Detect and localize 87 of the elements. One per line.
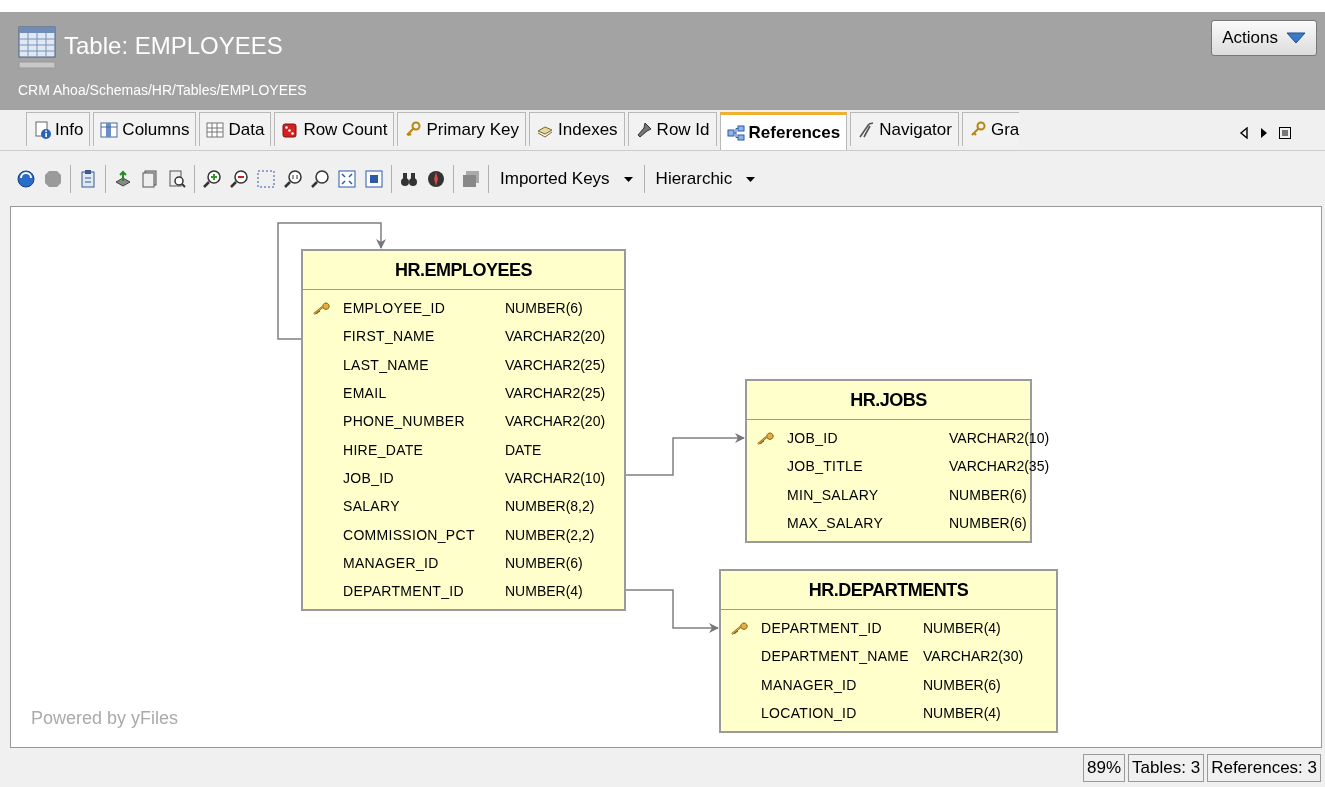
grid-icon — [206, 120, 225, 139]
column-name: HIRE_DATE — [343, 441, 425, 458]
dropdown[interactable]: Imported Keys — [496, 169, 637, 189]
layers-icon[interactable] — [461, 169, 481, 189]
column-type: VARCHAR2(10) — [949, 430, 1050, 447]
column-type: NUMBER(6) — [949, 486, 1027, 503]
tab[interactable]: Info — [26, 112, 91, 146]
scroll-right-icon[interactable] — [1259, 127, 1269, 139]
zoom-icon[interactable] — [310, 169, 330, 189]
table-name: HR.JOBS — [850, 389, 927, 411]
actions-button[interactable]: Actions — [1211, 20, 1317, 56]
document-stack-icon[interactable] — [140, 169, 160, 189]
tab[interactable]: Navigator — [850, 112, 959, 146]
column-name: MANAGER_ID — [761, 676, 858, 693]
column-type: DATE — [505, 441, 542, 458]
status-field: 89% — [1083, 754, 1126, 782]
column-name: JOB_TITLE — [787, 458, 864, 475]
column-type: VARCHAR2(20) — [505, 328, 606, 345]
column-name: LOCATION_ID — [761, 705, 858, 722]
zoom-actual-icon[interactable] — [283, 169, 303, 189]
column-type: VARCHAR2(10) — [505, 469, 606, 486]
column-name: JOB_ID — [787, 430, 839, 447]
column-name: MANAGER_ID — [343, 554, 440, 571]
status-field: References: 3 — [1207, 754, 1321, 782]
column-type: NUMBER(4) — [505, 583, 583, 600]
column-name: LAST_NAME — [343, 356, 430, 373]
caret-icon — [746, 176, 756, 182]
column-type: NUMBER(8,2) — [505, 498, 595, 515]
export-icon[interactable] — [113, 169, 133, 189]
compass-icon[interactable] — [426, 169, 446, 189]
window-title: Table: EMPLOYEES — [64, 32, 283, 60]
tab[interactable]: Row Count — [274, 112, 395, 146]
column-type: VARCHAR2(30) — [923, 648, 1024, 665]
tab[interactable]: Gra — [961, 112, 1020, 146]
column-type: VARCHAR2(20) — [505, 413, 606, 430]
column-name: MAX_SALARY — [787, 515, 885, 532]
compass-tool-icon — [857, 120, 876, 139]
column-name: MIN_SALARY — [787, 486, 880, 503]
status-field: Tables: 3 — [1128, 754, 1205, 782]
column-type: NUMBER(4) — [923, 705, 1001, 722]
column-type: NUMBER(6) — [923, 676, 1001, 693]
caret-icon — [623, 176, 633, 182]
tab[interactable]: Primary Key — [397, 112, 527, 146]
dice-icon — [281, 120, 300, 139]
tree-diagram-icon — [726, 123, 745, 142]
column-type: NUMBER(6) — [505, 300, 583, 317]
tab[interactable]: Row Id — [627, 112, 717, 146]
column-type: NUMBER(4) — [923, 620, 1001, 637]
tab[interactable]: Columns — [93, 112, 197, 146]
fit-selection-icon[interactable] — [364, 169, 384, 189]
scroll-left-icon[interactable] — [1239, 127, 1249, 139]
tab[interactable]: Indexes — [529, 112, 625, 146]
tab[interactable]: References — [719, 112, 848, 150]
document-search-icon[interactable] — [167, 169, 187, 189]
column-type: NUMBER(6) — [949, 515, 1027, 532]
caret-icon — [1286, 32, 1306, 44]
column-name: DEPARTMENT_ID — [343, 583, 465, 600]
fit-page-icon[interactable] — [337, 169, 357, 189]
columns-icon — [100, 120, 119, 139]
table-name: HR.EMPLOYEES — [395, 259, 532, 281]
info-document-icon — [33, 120, 51, 139]
zoom-out-icon[interactable] — [229, 169, 249, 189]
column-type: NUMBER(2,2) — [505, 526, 595, 543]
column-name: JOB_ID — [343, 469, 395, 486]
column-name: FIRST_NAME — [343, 328, 436, 345]
refresh-icon[interactable] — [16, 169, 36, 189]
column-type: VARCHAR2(25) — [505, 385, 606, 402]
clipboard-icon[interactable] — [78, 169, 98, 189]
table-grid-icon — [18, 26, 58, 70]
watermark-text: Powered by yFiles — [31, 708, 179, 729]
column-name: EMPLOYEE_ID — [343, 300, 447, 317]
column-name: PHONE_NUMBER — [343, 413, 466, 430]
column-name: EMAIL — [343, 385, 388, 402]
tab-list-icon[interactable] — [1279, 127, 1291, 139]
column-name: COMMISSION_PCT — [343, 526, 476, 543]
zoom-in-icon[interactable] — [202, 169, 222, 189]
column-type: NUMBER(6) — [505, 554, 583, 571]
breadcrumb-path: CRM Ahoa/Schemas/HR/Tables/EMPLOYEES — [18, 82, 307, 98]
column-name: DEPARTMENT_NAME — [761, 648, 910, 665]
table-name: HR.DEPARTMENTS — [808, 579, 969, 601]
column-type: VARCHAR2(25) — [505, 356, 606, 373]
key-icon — [404, 120, 423, 139]
column-name: SALARY — [343, 498, 401, 515]
tab[interactable]: Data — [199, 112, 272, 146]
column-name: DEPARTMENT_ID — [761, 620, 883, 637]
dropdown[interactable]: Hierarchic — [651, 169, 760, 189]
column-type: VARCHAR2(35) — [949, 458, 1050, 475]
